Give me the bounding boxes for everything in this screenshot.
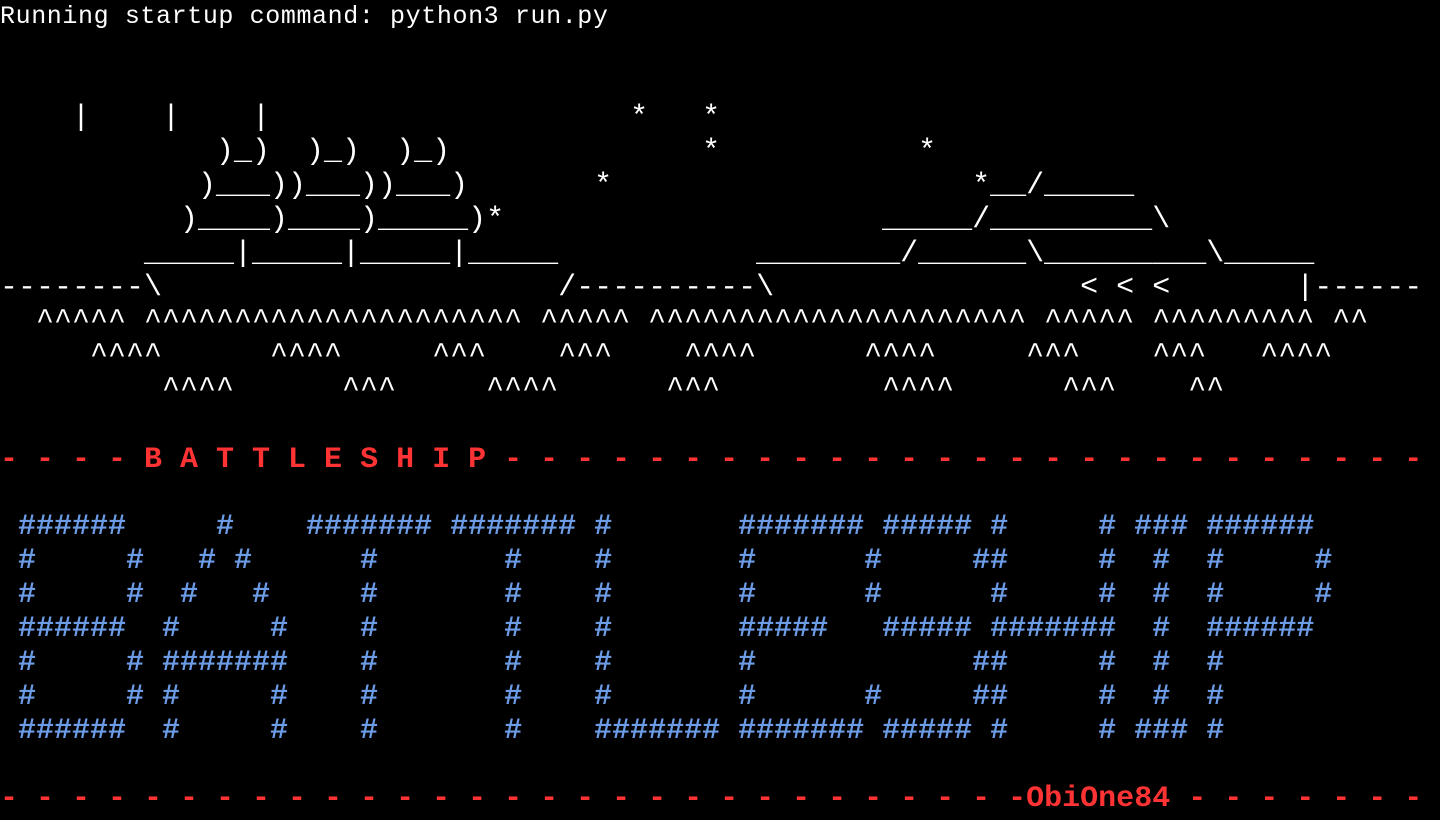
author-label: ObiOne84 [1026, 782, 1171, 816]
ship-art-line-5: _____|_____|_____|_____ ________/______\… [0, 237, 1315, 271]
banner-row-6: # # # # # # # # # ## # # # [0, 680, 1225, 714]
ship-art-line-3: )___))___))___) * *__/_____ [0, 169, 1135, 203]
divider-left-dashes: - - - - [0, 443, 145, 477]
author-divider: - - - - - - - - - - - - - - - - - - - - … [0, 782, 1422, 816]
banner-row-1: ###### # ####### ####### # ####### #####… [0, 510, 1315, 544]
banner-row-3: # # # # # # # # # # # # # # [0, 578, 1333, 612]
divider-right-dashes: - - - - - - - - - - - - - - - - - - - - … [504, 443, 1423, 477]
divider-left-dashes: - - - - - - - - - - - - - - - - - - - - … [0, 782, 1027, 816]
banner-row-2: # # # # # # # # # ## # # # # [0, 544, 1333, 578]
wave-art-line-1: ^^^^^ ^^^^^^^^^^^^^^^^^^^^^ ^^^^^ ^^^^^^… [0, 305, 1369, 339]
title-divider: - - - - B A T T L E S H I P - - - - - - … [0, 443, 1440, 477]
divider-right-dashes: - - - - - - - [1170, 782, 1423, 816]
ship-art-line-4: )____)____)_____)* _____/_________\ [0, 203, 1171, 237]
terminal-window: Running startup command: python3 run.py … [0, 0, 1440, 820]
wave-art-line-3: ^^^^ ^^^ ^^^^ ^^^ ^^^^ ^^^ ^^ [0, 373, 1225, 407]
ship-art-line-6: --------\ /----------\ < < < |------ [0, 271, 1423, 305]
banner-row-4: ###### # # # # # ##### ##### ####### # #… [0, 612, 1315, 646]
startup-command-line: Running startup command: python3 run.py [0, 2, 609, 31]
game-title-label: B A T T L E S H I P [144, 443, 487, 477]
banner-row-7: ###### # # # # ####### ####### ##### # #… [0, 714, 1225, 748]
ship-art-line-2: )_) )_) )_) * * [0, 135, 937, 169]
banner-row-5: # # ####### # # # # ## # # # [0, 646, 1225, 680]
wave-art-line-2: ^^^^ ^^^^ ^^^ ^^^ ^^^^ ^^^^ ^^^ ^^^ ^^^^ [0, 339, 1333, 373]
ship-art-line-1: | | | * * [0, 101, 721, 135]
